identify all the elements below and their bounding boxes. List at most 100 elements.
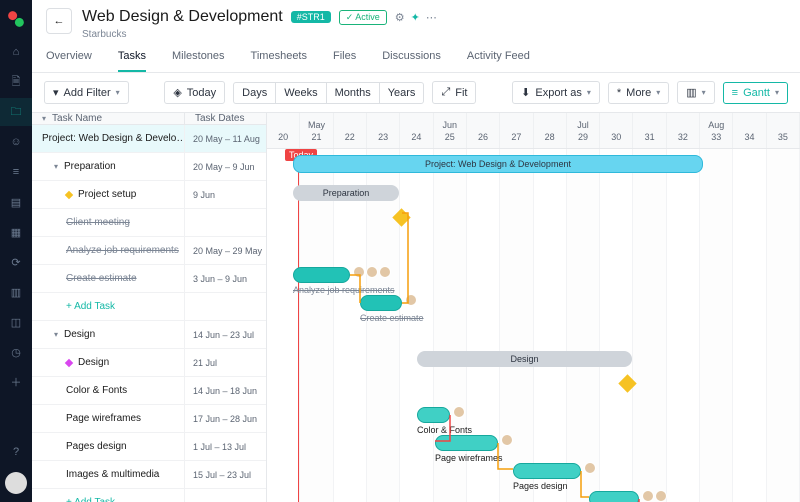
timeline-cell: 30 (600, 113, 633, 148)
export-button[interactable]: ⬇Export as▾ (512, 81, 600, 104)
folder-icon[interactable]: 🗀 (0, 98, 32, 126)
plus-icon[interactable]: ＋ (0, 368, 32, 396)
help-icon[interactable]: ? (0, 438, 32, 466)
more-button[interactable]: *More▾ (608, 82, 669, 104)
funnel-icon: ▾ (53, 86, 59, 99)
task-row[interactable]: Project: Web Design & Develo…20 May – 11… (32, 125, 266, 153)
task-row[interactable]: Pages design1 Jul – 13 Jul (32, 433, 266, 461)
tab-overview[interactable]: Overview (46, 50, 92, 72)
weeks-button[interactable]: Weeks (275, 82, 326, 104)
assignees-color[interactable] (453, 406, 465, 418)
collapse-icon[interactable]: ▾ (42, 114, 46, 123)
user-avatar[interactable] (5, 472, 27, 494)
assignees-analyze[interactable] (353, 266, 391, 278)
timeline-cell: 23 (367, 113, 400, 148)
label-analyze: Analyze job requirements (293, 285, 395, 295)
doc-icon[interactable]: 🗎 (0, 68, 32, 96)
calendar-icon[interactable]: ▥ (0, 278, 32, 306)
task-name: Create estimate (66, 273, 137, 284)
db-icon[interactable]: ▤ (0, 188, 32, 216)
more-icon[interactable]: ⋯ (426, 11, 437, 24)
person-icon[interactable]: ☺ (0, 128, 32, 156)
col-task-dates: Task Dates (184, 113, 266, 124)
client-subtitle: Starbucks (82, 29, 437, 40)
task-row[interactable]: + Add Task (32, 293, 266, 321)
task-name: Page wireframes (66, 413, 141, 424)
caret-icon[interactable]: ▾ (54, 330, 58, 339)
tab-discussions[interactable]: Discussions (382, 50, 441, 72)
months-button[interactable]: Months (326, 82, 380, 104)
gear-icon: * (617, 87, 621, 99)
tab-tasks[interactable]: Tasks (118, 50, 146, 72)
days-button[interactable]: Days (233, 82, 276, 104)
view-button[interactable]: ≡Gantt▾ (723, 82, 788, 104)
task-row[interactable]: Color & Fonts14 Jun – 18 Jun (32, 377, 266, 405)
list-icon[interactable]: ≡ (0, 158, 32, 186)
task-name: Pages design (66, 441, 127, 452)
task-row[interactable]: Project setup9 Jun (32, 181, 266, 209)
bar-pages[interactable] (513, 463, 581, 479)
assignees-pages[interactable] (584, 462, 596, 474)
task-dates: 21 Jul (184, 349, 266, 376)
bar-color[interactable] (417, 407, 450, 423)
add-filter-button[interactable]: ▾Add Filter▾ (44, 81, 129, 104)
today-button[interactable]: ◈Today (164, 81, 225, 104)
task-row[interactable]: Page wireframes 17 Jun – 28 Jun (32, 405, 266, 433)
task-list-panel: ▾ Task Name Task Dates Project: Web Desig… (32, 113, 267, 502)
bar-preparation-group[interactable]: Preparation (293, 185, 399, 201)
layout-button[interactable]: ▥▾ (677, 81, 714, 104)
task-dates: 3 Jun – 9 Jun (184, 265, 266, 292)
timeline-cell: Jun25 (434, 113, 467, 148)
assignees-images[interactable] (642, 490, 667, 502)
years-button[interactable]: Years (379, 82, 425, 104)
task-row[interactable]: + Add Task (32, 489, 266, 502)
timeline-cell: Aug33 (700, 113, 733, 148)
timeline-cell: 20 (267, 113, 300, 148)
bar-project[interactable]: Project: Web Design & Development (293, 155, 703, 173)
app-sidebar: ⌂ 🗎 🗀 ☺ ≡ ▤ ▦ ⟳ ▥ ◫ ◷ ＋ ? (0, 0, 32, 502)
caret-icon[interactable]: ▾ (54, 162, 58, 171)
task-row[interactable]: Design21 Jul (32, 349, 266, 377)
project-id-chip: #STR1 (291, 11, 331, 23)
refresh-icon[interactable]: ⟳ (0, 248, 32, 276)
chart-icon[interactable]: ◫ (0, 308, 32, 336)
logo-icon[interactable] (0, 4, 32, 34)
task-row[interactable]: ▾Design14 Jun – 23 Jul (32, 321, 266, 349)
task-dates: 20 May – 9 Jun (184, 153, 266, 180)
status-chip[interactable]: ✓ Active (339, 10, 387, 25)
bar-create[interactable] (360, 295, 402, 311)
today-line (298, 149, 299, 502)
bar-analyze[interactable] (293, 267, 350, 283)
task-name: Project: Web Design & Develo… (42, 133, 184, 144)
bar-design-group[interactable]: Design (417, 351, 632, 367)
bell-icon[interactable]: ✦ (411, 11, 420, 24)
back-button[interactable]: ← (46, 8, 72, 34)
task-name: + Add Task (66, 301, 115, 312)
tab-activity[interactable]: Activity Feed (467, 50, 530, 72)
task-row[interactable]: Create estimate 3 Jun – 9 Jun (32, 265, 266, 293)
task-dates: 17 Jun – 28 Jun (184, 405, 266, 432)
task-row[interactable]: ▾Preparation20 May – 9 Jun (32, 153, 266, 181)
settings-icon[interactable]: ⚙ (395, 11, 405, 24)
bar-images[interactable] (589, 491, 639, 502)
fit-button[interactable]: ⤢Fit (432, 81, 476, 104)
page-title: Web Design & Development (82, 8, 283, 26)
assignees-create[interactable] (405, 294, 417, 306)
task-row[interactable]: Client meeting (32, 209, 266, 237)
col-task-name: Task Name (52, 113, 102, 124)
task-row[interactable]: Analyze job requirements20 May – 29 May (32, 237, 266, 265)
clock-icon[interactable]: ◷ (0, 338, 32, 366)
assignees-wire[interactable] (501, 434, 513, 446)
tab-milestones[interactable]: Milestones (172, 50, 225, 72)
gantt-chart[interactable]: 20May21222324Jun25262728Jul29303132Aug33… (267, 113, 800, 502)
tab-timesheets[interactable]: Timesheets (251, 50, 307, 72)
timeline-cell: 32 (667, 113, 700, 148)
bar-wire[interactable] (435, 435, 498, 451)
task-row[interactable]: Images & multimedia15 Jul – 23 Jul (32, 461, 266, 489)
tab-files[interactable]: Files (333, 50, 356, 72)
grid-icon[interactable]: ▦ (0, 218, 32, 246)
gantt-icon: ≡ (732, 87, 738, 99)
label-wire: Page wireframes (435, 453, 503, 463)
timeline-cell: 27 (500, 113, 533, 148)
home-icon[interactable]: ⌂ (0, 38, 32, 66)
